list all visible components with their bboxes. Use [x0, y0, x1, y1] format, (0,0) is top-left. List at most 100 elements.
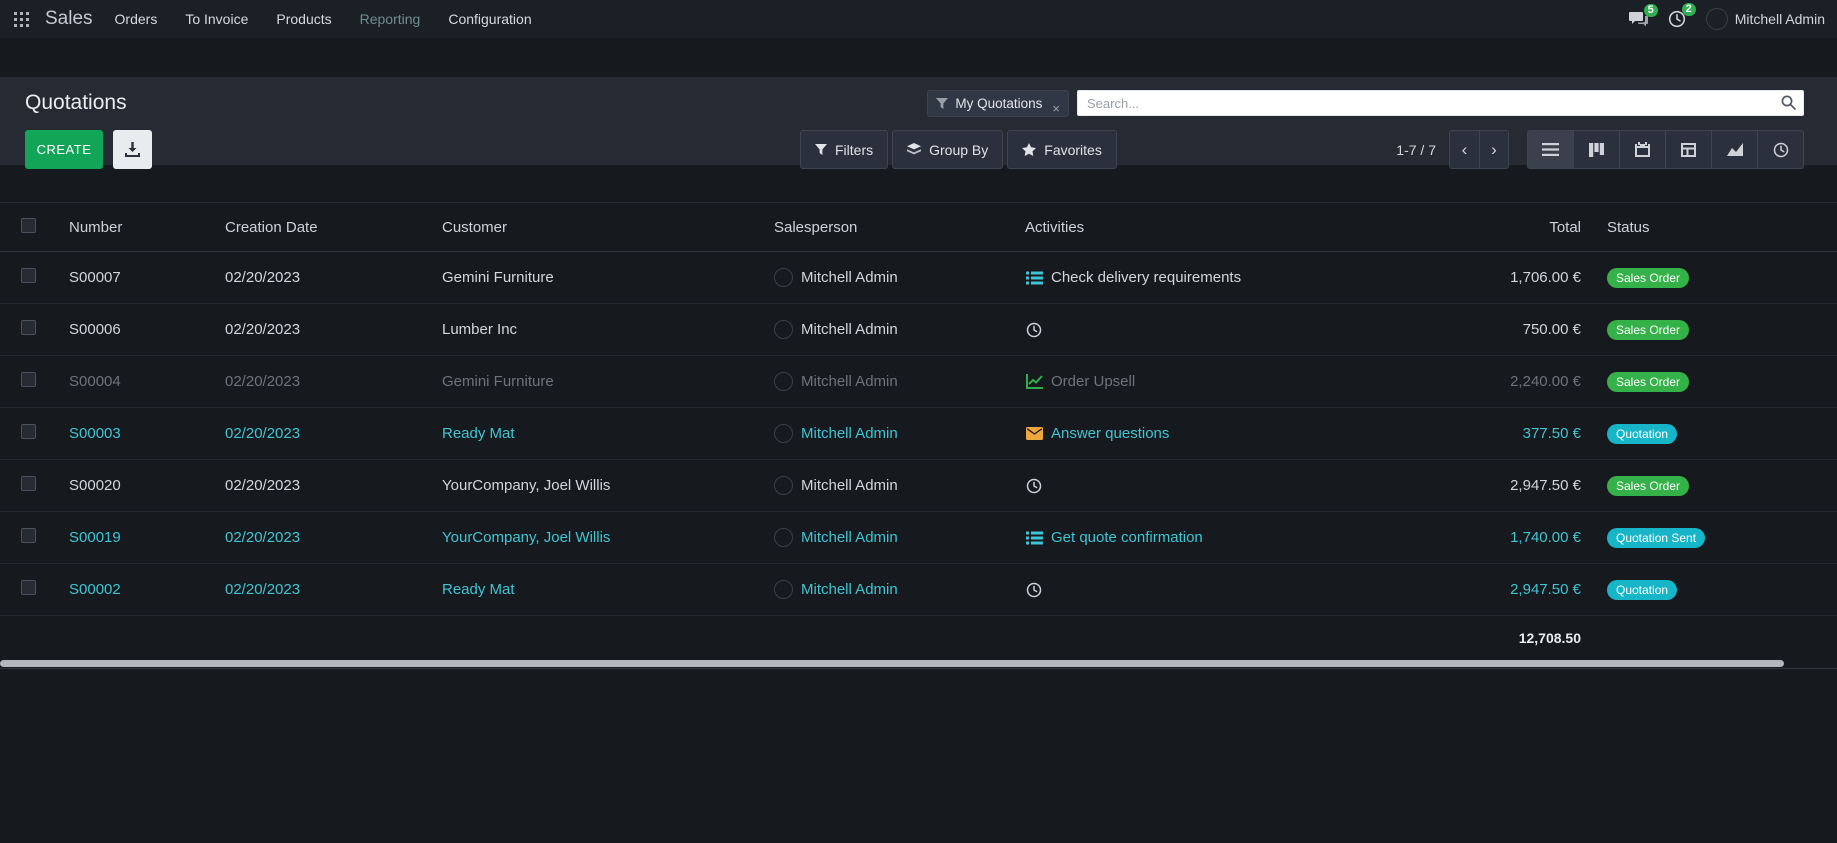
row-customer: Gemini Furniture [442, 269, 774, 286]
apps-grid-icon[interactable] [8, 8, 35, 31]
row-activity[interactable]: Answer questions [1025, 425, 1445, 442]
column-header-number[interactable]: Number [69, 219, 225, 236]
menu-to-invoice[interactable]: To Invoice [185, 11, 248, 27]
column-header-total[interactable]: Total [1445, 219, 1595, 236]
row-total: 1,706.00 € [1445, 269, 1595, 286]
row-activity[interactable]: Check delivery requirements [1025, 269, 1445, 286]
column-header-status[interactable]: Status [1595, 219, 1837, 236]
menu-products[interactable]: Products [276, 11, 331, 27]
table-row[interactable]: S00004 02/20/2023 Gemini Furniture Mitch… [0, 356, 1837, 408]
row-number[interactable]: S00020 [69, 477, 225, 494]
activity-view-button[interactable] [1757, 130, 1804, 169]
filters-button[interactable]: Filters [800, 130, 888, 169]
activity-label: Check delivery requirements [1051, 269, 1241, 286]
pivot-view-button[interactable] [1665, 130, 1712, 169]
pager-next-button[interactable]: › [1479, 130, 1509, 169]
table-row[interactable]: S00006 02/20/2023 Lumber Inc Mitchell Ad… [0, 304, 1837, 356]
filters-funnel-icon [815, 144, 827, 155]
user-menu[interactable]: Mitchell Admin [1706, 8, 1825, 30]
menu-configuration[interactable]: Configuration [448, 11, 531, 27]
download-icon [125, 142, 140, 157]
menu-reporting[interactable]: Reporting [360, 11, 421, 27]
activity-clock-icon[interactable] [1025, 582, 1043, 598]
top-navbar: Sales Orders To Invoice Products Reporti… [0, 0, 1837, 38]
column-header-customer[interactable]: Customer [442, 219, 774, 236]
horizontal-scrollbar[interactable] [0, 660, 1837, 669]
graph-view-button[interactable] [1711, 130, 1758, 169]
search-input[interactable] [1077, 90, 1804, 116]
filters-label: Filters [835, 142, 873, 158]
table-row[interactable]: S00007 02/20/2023 Gemini Furniture Mitch… [0, 252, 1837, 304]
list-icon [1542, 143, 1559, 156]
row-checkbox[interactable] [21, 320, 36, 335]
row-number[interactable]: S00004 [69, 373, 225, 390]
activity-clock-icon[interactable] [1025, 322, 1043, 338]
row-total: 2,947.50 € [1445, 581, 1595, 598]
user-name: Mitchell Admin [1735, 11, 1825, 27]
horizontal-scrollbar-thumb[interactable] [0, 660, 1784, 667]
activity-envelope-icon[interactable] [1025, 427, 1043, 440]
row-number[interactable]: S00019 [69, 529, 225, 546]
pivot-icon [1681, 143, 1696, 157]
salesperson-avatar [774, 580, 793, 599]
column-header-creation-date[interactable]: Creation Date [225, 219, 442, 236]
select-all-checkbox[interactable] [21, 218, 36, 233]
activity-list-icon[interactable] [1025, 531, 1043, 545]
table-header: Number Creation Date Customer Salesperso… [0, 202, 1837, 252]
row-activity[interactable] [1025, 582, 1445, 598]
search-icon[interactable] [1781, 95, 1796, 110]
pager-previous-button[interactable]: ‹ [1449, 130, 1479, 169]
messages-button[interactable]: 5 [1629, 11, 1648, 27]
row-activity[interactable] [1025, 478, 1445, 494]
table-row[interactable]: S00003 02/20/2023 Ready Mat Mitchell Adm… [0, 408, 1837, 460]
row-checkbox[interactable] [21, 268, 36, 283]
kanban-view-button[interactable] [1573, 130, 1620, 169]
list-view-button[interactable] [1527, 130, 1574, 169]
row-salesperson: Mitchell Admin [801, 529, 898, 546]
row-checkbox[interactable] [21, 372, 36, 387]
menu-orders[interactable]: Orders [115, 11, 158, 27]
activity-label: Get quote confirmation [1051, 529, 1203, 546]
row-number[interactable]: S00003 [69, 425, 225, 442]
table-row[interactable]: S00019 02/20/2023 YourCompany, Joel Will… [0, 512, 1837, 564]
row-checkbox[interactable] [21, 580, 36, 595]
table-footer: 12,708.50 [0, 616, 1837, 660]
status-badge: Sales Order [1607, 268, 1689, 288]
salesperson-avatar [774, 476, 793, 495]
activity-clock-icon[interactable] [1025, 478, 1043, 494]
row-total: 2,240.00 € [1445, 373, 1595, 390]
row-number[interactable]: S00007 [69, 269, 225, 286]
row-activity[interactable]: Get quote confirmation [1025, 529, 1445, 546]
activities-count-badge: 2 [1682, 3, 1696, 16]
row-activity[interactable]: Order Upsell [1025, 373, 1445, 390]
row-activity[interactable] [1025, 322, 1445, 338]
favorites-button[interactable]: Favorites [1007, 130, 1117, 169]
activity-list-icon[interactable] [1025, 271, 1043, 285]
export-button[interactable] [113, 130, 152, 169]
salesperson-avatar [774, 268, 793, 287]
row-checkbox[interactable] [21, 424, 36, 439]
row-checkbox[interactable] [21, 528, 36, 543]
row-checkbox[interactable] [21, 476, 36, 491]
activity-chart-icon[interactable] [1025, 374, 1043, 389]
main-menu: Orders To Invoice Products Reporting Con… [115, 11, 532, 27]
group-by-button[interactable]: Group By [892, 130, 1003, 169]
row-creation-date: 02/20/2023 [225, 321, 442, 338]
activities-button[interactable]: 2 [1668, 10, 1686, 28]
facet-remove-button[interactable]: × [1052, 101, 1060, 116]
create-button[interactable]: CREATE [25, 130, 103, 169]
row-number[interactable]: S00002 [69, 581, 225, 598]
column-header-salesperson[interactable]: Salesperson [774, 219, 1025, 236]
row-number[interactable]: S00006 [69, 321, 225, 338]
search-facet[interactable]: My Quotations × [927, 90, 1069, 117]
table-row[interactable]: S00020 02/20/2023 YourCompany, Joel Will… [0, 460, 1837, 512]
filter-funnel-icon [936, 98, 948, 109]
control-panel: Quotations My Quotations × [0, 77, 1837, 165]
calendar-view-button[interactable] [1619, 130, 1666, 169]
column-header-activities[interactable]: Activities [1025, 219, 1445, 236]
app-brand[interactable]: Sales [45, 8, 93, 30]
table-row[interactable]: S00002 02/20/2023 Ready Mat Mitchell Adm… [0, 564, 1837, 616]
status-badge: Sales Order [1607, 320, 1689, 340]
pager-range: 1-7 / 7 [1396, 142, 1436, 158]
facet-label: My Quotations [955, 96, 1042, 111]
